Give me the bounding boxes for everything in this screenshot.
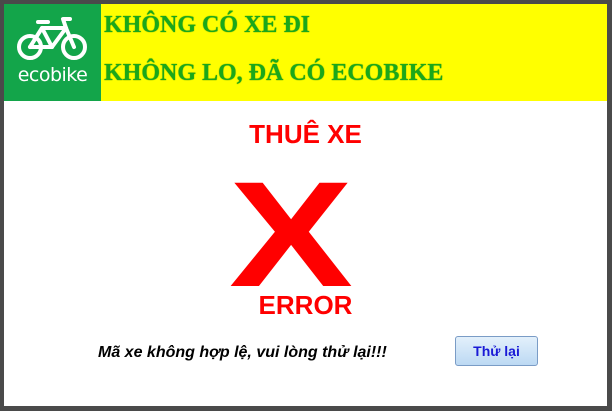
ecobike-logo: ecobike [4, 4, 101, 101]
error-label: ERROR [258, 290, 353, 320]
slogan-line-2: KHÔNG LO, ĐÃ CÓ ECOBIKE [104, 60, 444, 86]
bicycle-icon [17, 17, 87, 60]
error-x-icon: X [229, 172, 353, 288]
app-window: ecobike KHÔNG CÓ XE ĐI KHÔNG LO, ĐÃ CÓ E… [4, 4, 607, 406]
error-mark-text: X [229, 172, 353, 288]
retry-button[interactable]: Thử lại [455, 336, 538, 366]
page-title: THUÊ XE [249, 119, 362, 149]
header-banner: ecobike KHÔNG CÓ XE ĐI KHÔNG LO, ĐÃ CÓ E… [4, 4, 607, 101]
slogan-line-1: KHÔNG CÓ XE ĐI [104, 12, 311, 38]
error-message: Mã xe không hợp lệ, vui lòng thử lại!!! [98, 344, 387, 361]
logo-text: ecobike [17, 64, 88, 86]
